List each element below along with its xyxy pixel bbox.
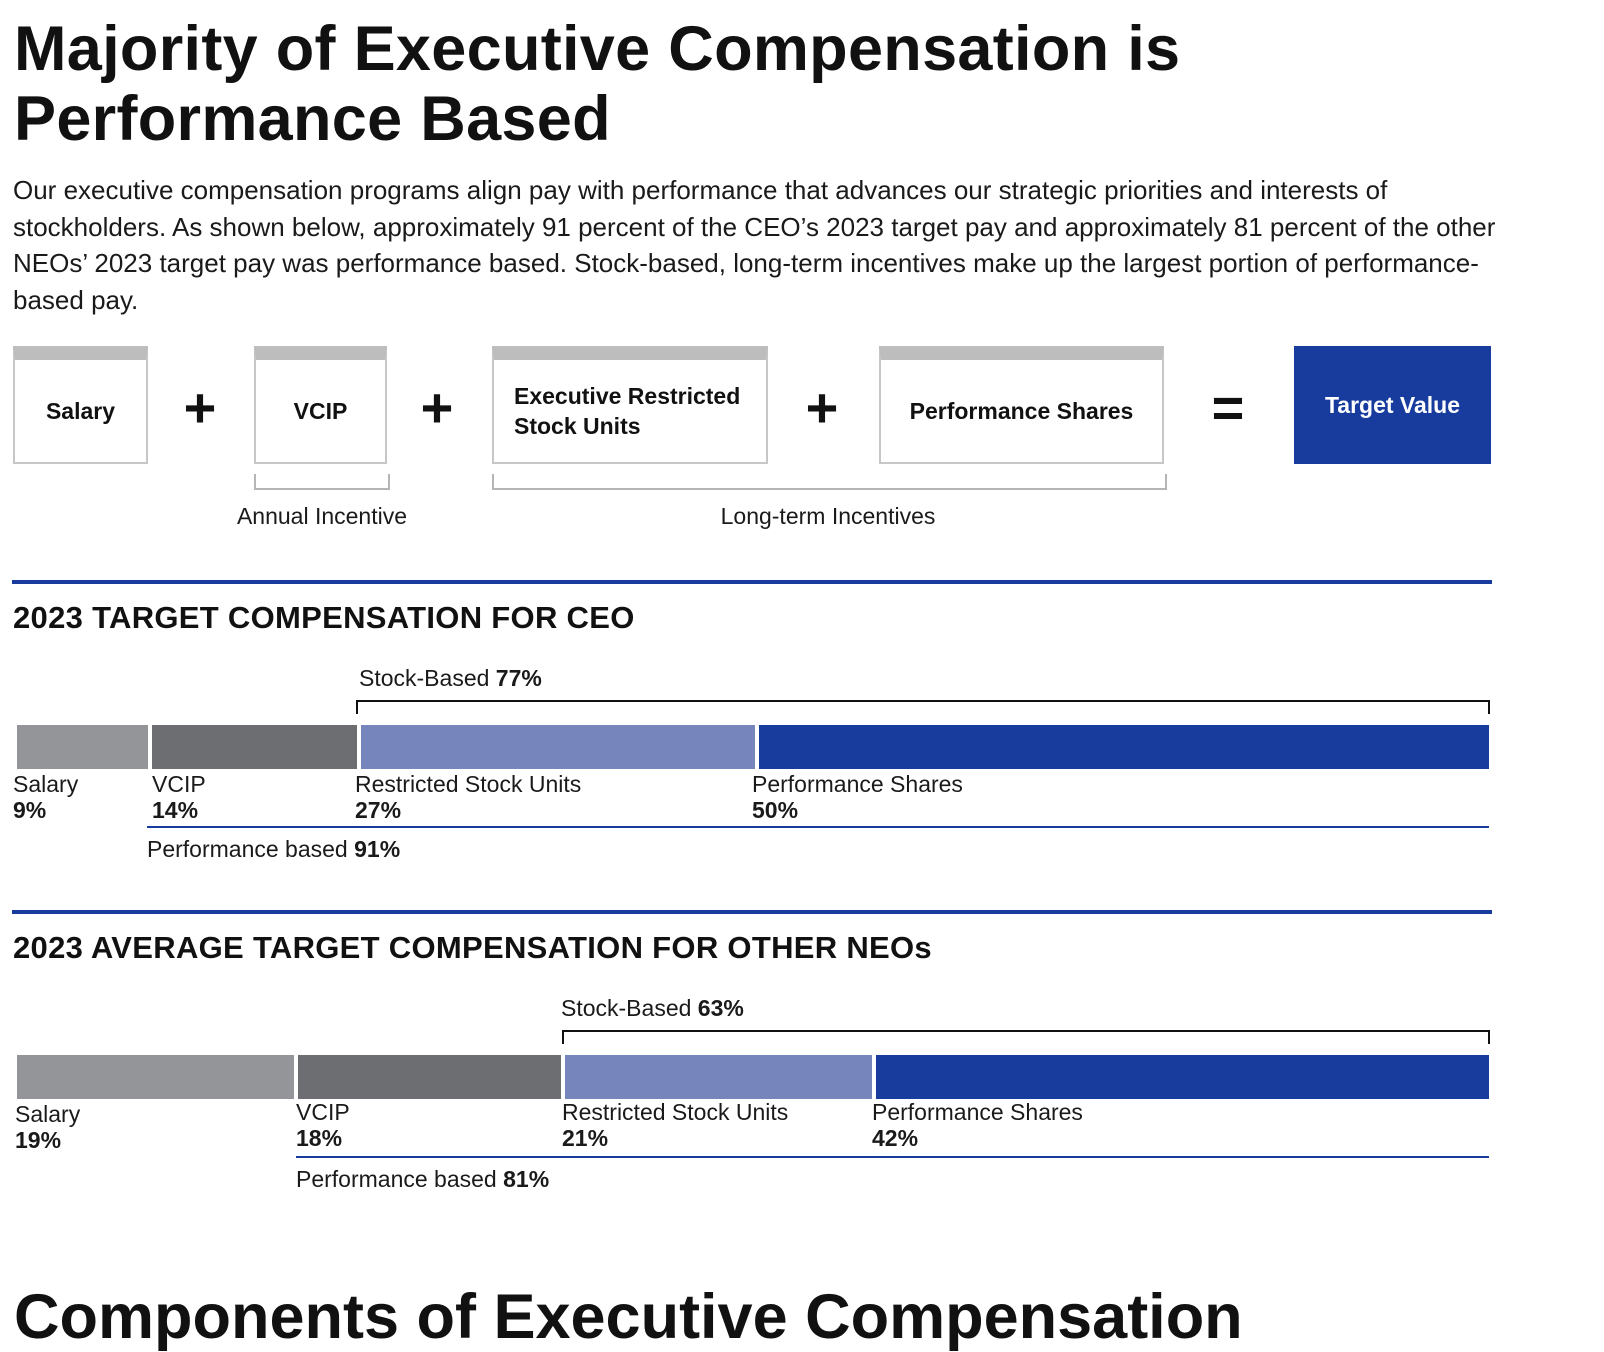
- long-term-incentives-bracket: [492, 474, 1167, 490]
- formula-salary-box: Salary: [13, 346, 148, 464]
- ceo-performance-based-label: Performance based 91%: [147, 836, 400, 863]
- neo-stock-based-bracket: [562, 1030, 1490, 1044]
- target-value-box: Target Value: [1294, 346, 1491, 464]
- neo-vcip-pct: 18%: [296, 1125, 343, 1151]
- formula-performance-shares-label: Performance Shares: [909, 398, 1134, 424]
- annual-incentive-bracket: [254, 474, 390, 490]
- neo-performance-based-value: 81%: [503, 1166, 550, 1192]
- ceo-stock-based-bracket: [356, 700, 1490, 714]
- ceo-performance-based-text: Performance based: [147, 836, 348, 862]
- ceo-performance-based-value: 91%: [354, 836, 401, 862]
- formula-rsu-label: Executive Restricted Stock Units: [514, 383, 741, 439]
- formula-performance-shares-box: Performance Shares: [879, 346, 1164, 464]
- neo-stock-based-label: Stock-Based 63%: [561, 995, 744, 1022]
- equals-sign: =: [1211, 376, 1245, 439]
- ceo-stacked-bar: [17, 725, 1489, 769]
- neo-performance-based-label: Performance based 81%: [296, 1166, 549, 1193]
- neo-bar-rsu: [565, 1055, 872, 1099]
- neo-bar-vcip: [298, 1055, 562, 1099]
- ceo-bar-rsu: [360, 725, 755, 769]
- neo-performance-shares-pct: 42%: [872, 1125, 919, 1151]
- ceo-bar-salary: [17, 725, 149, 769]
- neo-salary-pct: 19%: [15, 1127, 62, 1153]
- ceo-vcip-label: VCIP 14%: [152, 771, 206, 823]
- ceo-performance-shares-pct: 50%: [752, 797, 799, 823]
- formula-vcip-box: VCIP: [254, 346, 387, 464]
- neo-stock-based-value: 63%: [697, 995, 744, 1021]
- plus-sign-2: +: [420, 376, 454, 439]
- ceo-stock-based-label: Stock-Based 77%: [359, 665, 542, 692]
- neo-chart-title: 2023 AVERAGE TARGET COMPENSATION FOR OTH…: [13, 930, 932, 965]
- formula-vcip-label: VCIP: [293, 398, 348, 424]
- ceo-rsu-label: Restricted Stock Units 27%: [355, 771, 582, 823]
- long-term-incentives-label: Long-term Incentives: [720, 503, 936, 529]
- neo-section-rule: [12, 910, 1492, 914]
- plus-sign-1: +: [183, 376, 217, 439]
- neo-vcip-label: VCIP 18%: [296, 1099, 350, 1151]
- ceo-performance-shares-label: Performance Shares 50%: [752, 771, 963, 823]
- neo-rsu-pct: 21%: [562, 1125, 609, 1151]
- ceo-bar-vcip: [152, 725, 357, 769]
- ceo-bar-performance-shares: [759, 725, 1489, 769]
- target-value-label: Target Value: [1324, 391, 1461, 418]
- ceo-vcip-pct: 14%: [152, 797, 199, 823]
- intro-paragraph: Our executive compensation programs alig…: [13, 175, 1496, 315]
- neo-salary-label: Salary 19%: [15, 1101, 81, 1153]
- neo-bar-performance-shares: [875, 1055, 1489, 1099]
- ceo-section-rule: [12, 580, 1492, 584]
- ceo-chart-title: 2023 TARGET COMPENSATION FOR CEO: [13, 600, 635, 635]
- neo-stock-based-text: Stock-Based: [561, 995, 692, 1021]
- ceo-stock-based-text: Stock-Based: [359, 665, 490, 691]
- formula-rsu-box: Executive Restricted Stock Units: [492, 346, 768, 464]
- ceo-salary-pct: 9%: [13, 797, 47, 823]
- formula-salary-label: Salary: [45, 398, 116, 424]
- components-heading: Components of Executive Compensation: [14, 1282, 1243, 1352]
- neo-rsu-label: Restricted Stock Units 21%: [562, 1099, 789, 1151]
- page-title: Majority of Executive Compensation is Pe…: [14, 14, 1181, 154]
- annual-incentive-label: Annual Incentive: [236, 503, 408, 529]
- neo-bar-salary: [17, 1055, 295, 1099]
- ceo-salary-label: Salary 9%: [13, 771, 79, 823]
- neo-performance-based-text: Performance based: [296, 1166, 497, 1192]
- plus-sign-3: +: [805, 376, 839, 439]
- ceo-rsu-pct: 27%: [355, 797, 402, 823]
- neo-stacked-bar: [17, 1055, 1489, 1099]
- ceo-performance-based-line: [147, 826, 1489, 828]
- neo-performance-based-line: [296, 1156, 1489, 1158]
- neo-performance-shares-label: Performance Shares 42%: [872, 1099, 1083, 1151]
- ceo-stock-based-value: 77%: [495, 665, 542, 691]
